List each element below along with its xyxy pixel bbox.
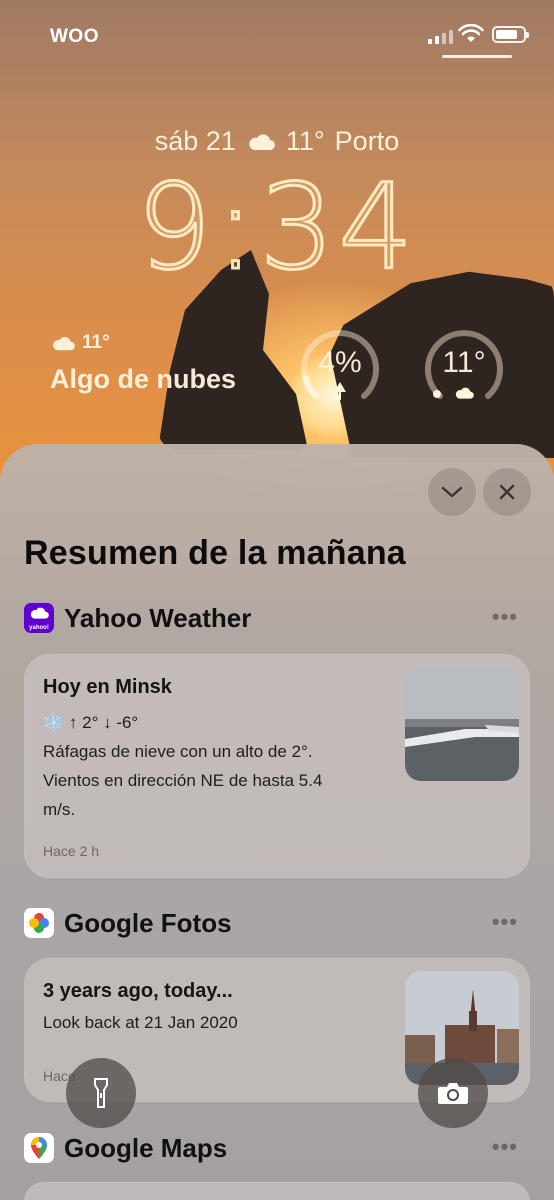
- wifi-icon: [458, 24, 484, 42]
- precipitation-ring-widget[interactable]: 4%: [298, 326, 382, 410]
- more-options-icon[interactable]: •••: [492, 604, 518, 630]
- temperature-ring-widget[interactable]: 11°: [422, 326, 506, 410]
- yahoo-logo-text: yahoo!: [29, 625, 49, 631]
- weather-widget[interactable]: 11° Algo de nubes: [50, 332, 236, 395]
- app-name: Google Fotos: [64, 907, 232, 938]
- weather-condition: Algo de nubes: [50, 364, 237, 394]
- date-label: sáb 21: [154, 126, 236, 156]
- notification-timestamp: Hace 2 h: [43, 843, 100, 859]
- control-center-indicator[interactable]: [442, 55, 512, 58]
- chevron-down-icon: [441, 486, 463, 498]
- camera-icon: [438, 1083, 468, 1104]
- notification-card-yahoo-weather[interactable]: Hoy en Minsk ❄️ ↑ 2° ↓ -6° Ráfagas de ni…: [24, 654, 530, 878]
- flashlight-icon: [94, 1078, 108, 1108]
- notification-card-google-maps[interactable]: [24, 1182, 530, 1200]
- notification-title: Hoy en Minsk: [43, 676, 172, 698]
- cloud-icon: [249, 133, 275, 150]
- notification-body: Look back at 21 Jan 2020: [43, 1013, 238, 1032]
- close-icon: [499, 484, 515, 500]
- close-button[interactable]: [483, 468, 531, 516]
- notification-title: 3 years ago, today...: [43, 980, 233, 1002]
- lock-screen-clock: 9:34: [135, 158, 418, 296]
- umbrella-icon: [334, 382, 346, 400]
- wind-unit-line: m/s.: [43, 800, 76, 819]
- weather-photo-thumbnail: [405, 667, 519, 781]
- collapse-button[interactable]: [428, 468, 476, 516]
- status-bar: WOO: [0, 0, 554, 70]
- more-options-icon[interactable]: •••: [492, 909, 518, 935]
- temperature-value: 11°: [442, 346, 486, 379]
- summary-title: Resumen de la mañana: [24, 534, 406, 572]
- widget-temperature: 11°: [82, 332, 110, 353]
- app-name: Yahoo Weather: [64, 602, 252, 633]
- flashlight-button[interactable]: [66, 1058, 136, 1128]
- notification-body: ❄️ ↑ 2° ↓ -6° Ráfagas de nieve con un al…: [43, 708, 322, 824]
- temperature-label: 11°: [285, 126, 325, 156]
- more-options-icon[interactable]: •••: [492, 1134, 518, 1160]
- google-maps-icon: [24, 1133, 54, 1163]
- date-weather-line[interactable]: sáb 21 11° Porto: [0, 126, 554, 157]
- wind-line: Vientos en dirección NE de hasta 5.4: [43, 771, 323, 790]
- app-name: Google Maps: [64, 1132, 228, 1163]
- cloud-icon: [455, 387, 474, 399]
- app-header-yahoo-weather: yahoo! Yahoo Weather: [24, 602, 251, 634]
- app-header-google-photos: Google Fotos: [24, 907, 232, 939]
- cellular-signal-icon: [428, 28, 453, 44]
- yahoo-weather-icon: yahoo!: [24, 603, 54, 633]
- google-photos-icon: [24, 908, 54, 938]
- city-label: Porto: [334, 126, 400, 156]
- battery-icon: [492, 26, 529, 43]
- camera-button[interactable]: [418, 1058, 488, 1128]
- weather-summary-line: ❄️ ↑ 2° ↓ -6°: [43, 713, 139, 732]
- weather-description-line: Ráfagas de nieve con un alto de 2°.: [43, 742, 313, 761]
- cloud-icon: [53, 336, 75, 350]
- precipitation-percentage: 4%: [318, 346, 362, 379]
- app-header-google-maps: Google Maps: [24, 1132, 227, 1164]
- carrier-name: WOO: [50, 26, 99, 47]
